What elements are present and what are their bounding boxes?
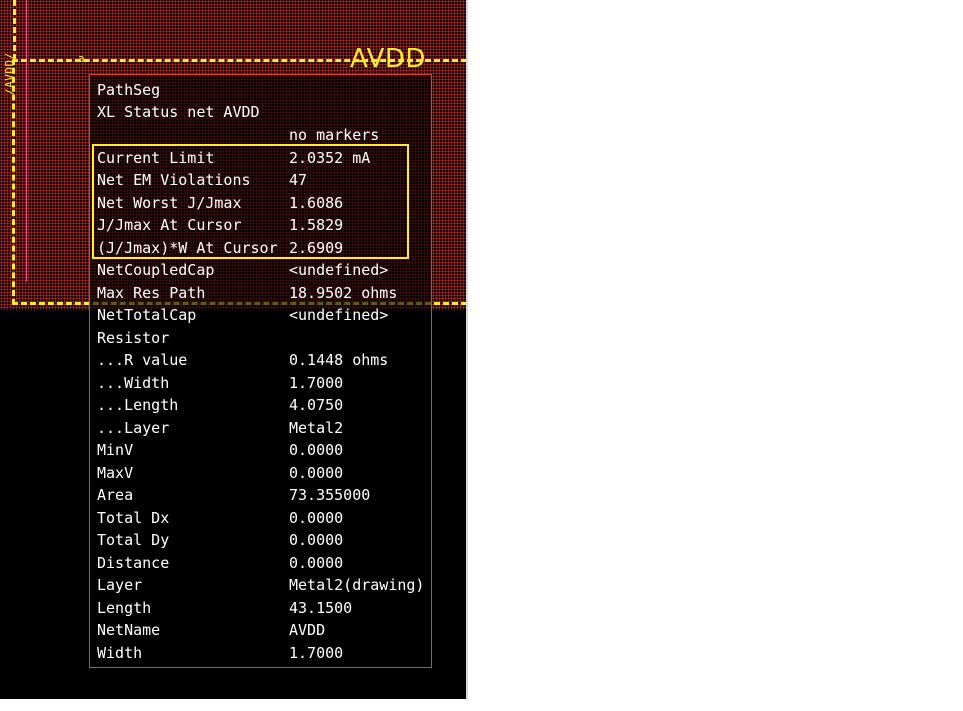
property-value: Metal2 — [289, 418, 344, 437]
property-value: 0.1448 ohms — [289, 351, 389, 369]
property-value: <undefined> — [289, 261, 389, 279]
property-label: Layer — [97, 576, 143, 594]
property-label: NetTotalCap — [97, 306, 197, 324]
property-label: Total Dy — [97, 531, 170, 549]
property-value: 2.6909 — [289, 238, 344, 257]
markers-note: no markers — [289, 126, 380, 144]
property-value: AVDD — [289, 621, 326, 639]
property-value: 1.5829 — [289, 216, 344, 234]
property-label: Total Dx — [97, 508, 170, 527]
property-value: 18.9502 ohms — [289, 283, 398, 302]
property-value: 0.0000 — [289, 508, 344, 527]
property-value: 1.6086 — [289, 193, 344, 212]
property-label: Width — [97, 643, 143, 662]
canvas-border — [466, 0, 468, 699]
property-label: Resistor — [97, 328, 170, 347]
layout-canvas[interactable]: /AVDD/ a AVDD PathSeg XL Status net AVDD… — [0, 0, 468, 699]
property-value: 2.0352 mA — [289, 148, 371, 167]
property-label: ...R value — [97, 351, 188, 369]
vertical-net-label: /AVDD/ — [3, 52, 16, 95]
property-label: ...Layer — [97, 418, 170, 437]
property-label: ...Length — [97, 396, 179, 414]
property-label: NetCoupledCap — [97, 261, 215, 279]
property-value: 47 — [289, 171, 308, 189]
property-value: 1.7000 — [289, 643, 344, 662]
property-label: Net EM Violations — [97, 171, 251, 189]
property-label: NetName — [97, 621, 161, 639]
property-value: 73.355000 — [289, 486, 371, 504]
property-value: 0.0000 — [289, 463, 344, 482]
property-label: MinV — [97, 441, 134, 459]
property-value: Metal2(drawing) — [289, 576, 425, 594]
property-label: (J/Jmax)*W At Cursor — [97, 238, 278, 257]
property-label: ...Width — [97, 373, 170, 392]
object-type: PathSeg — [97, 81, 161, 99]
property-label: Distance — [97, 553, 170, 572]
property-value: 1.7000 — [289, 373, 344, 392]
property-value: 43.1500 — [289, 598, 353, 617]
property-label: MaxV — [97, 463, 134, 482]
property-label: Area — [97, 486, 134, 504]
property-label: Current Limit — [97, 148, 215, 167]
net-boundary-left — [13, 0, 16, 60]
marker-label: a — [78, 52, 85, 65]
property-label: J/Jmax At Cursor — [97, 216, 242, 234]
property-value: 0.0000 — [289, 553, 344, 572]
status-line: XL Status net AVDD — [97, 103, 260, 121]
property-label: Length — [97, 598, 152, 617]
property-label: Max Res Path — [97, 283, 206, 302]
property-label: Net Worst J/Jmax — [97, 193, 242, 212]
property-value: <undefined> — [289, 306, 389, 324]
net-label: AVDD — [350, 44, 426, 74]
property-value: 4.0750 — [289, 396, 344, 414]
property-value: 0.0000 — [289, 531, 344, 549]
property-value: 0.0000 — [289, 441, 344, 459]
